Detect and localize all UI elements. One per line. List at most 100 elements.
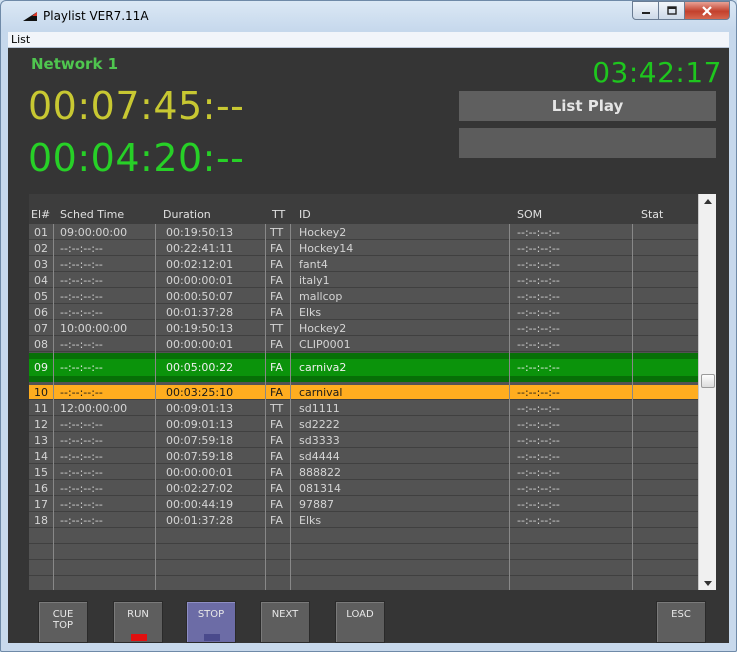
cell-id: sd1111: [299, 402, 340, 415]
table-row[interactable]: 01 09:00:00:00 00:19:50:13 TT Hockey2 --:--:-…: [29, 225, 698, 240]
cell-id: italy1: [299, 274, 330, 287]
cell-som: --:--:--:--: [517, 434, 560, 447]
cell-sched: 10:00:00:00: [60, 322, 128, 335]
app-icon: [23, 12, 37, 21]
cell-tt: FA: [270, 498, 283, 511]
next-button[interactable]: NEXT: [260, 601, 310, 643]
table-row[interactable]: [29, 529, 698, 544]
cell-id: Hockey14: [299, 242, 354, 255]
cell-el: 15: [34, 466, 48, 479]
cell-sched: --:--:--:--: [60, 290, 103, 303]
system-clock: 03:42:17: [592, 56, 722, 89]
run-indicator-lamp: [131, 634, 147, 641]
table-row[interactable]: 05 --:--:--:-- 00:00:50:07 FA mallcop --:--:-…: [29, 289, 698, 304]
cell-sched: --:--:--:--: [60, 482, 103, 495]
col-header-el[interactable]: El#: [31, 208, 50, 221]
scroll-down-button[interactable]: [699, 576, 716, 590]
cell-som: --:--:--:--: [517, 361, 560, 374]
cell-som: --:--:--:--: [517, 386, 560, 399]
cue-top-button[interactable]: CUE TOP: [38, 601, 88, 643]
cell-tt: FA: [270, 242, 283, 255]
col-header-duration[interactable]: Duration: [163, 208, 211, 221]
cell-dur: 00:02:12:01: [166, 258, 234, 271]
cell-sched: --:--:--:--: [60, 258, 103, 271]
cue-top-label: CUE TOP: [52, 609, 74, 631]
cell-el: 10: [34, 386, 48, 399]
table-row[interactable]: 09 --:--:--:-- 00:05:00:22 FA carniva2 --:--:…: [29, 353, 698, 382]
cell-id: sd3333: [299, 434, 340, 447]
close-icon: [702, 5, 712, 16]
minimize-icon: [641, 11, 650, 14]
table-row[interactable]: 13 --:--:--:-- 00:07:59:18 FA sd3333 --:--:--…: [29, 433, 698, 448]
remaining-timecode: 00:04:20:--: [28, 136, 245, 180]
table-row[interactable]: 03 --:--:--:-- 00:02:12:01 FA fant4 --:--:--:…: [29, 257, 698, 272]
stop-button[interactable]: STOP: [186, 601, 236, 643]
table-row[interactable]: [29, 577, 698, 590]
col-header-id[interactable]: ID: [299, 208, 311, 221]
cell-sched: 09:00:00:00: [60, 226, 128, 239]
col-header-som[interactable]: SOM: [517, 208, 542, 221]
table-row[interactable]: [29, 561, 698, 576]
scroll-thumb[interactable]: [701, 374, 715, 388]
table-row[interactable]: 07 10:00:00:00 00:19:50:13 TT Hockey2 --:--:-…: [29, 321, 698, 336]
cell-el: 18: [34, 514, 48, 527]
cell-sched: --:--:--:--: [60, 418, 103, 431]
scroll-down-arrow-icon: [703, 580, 712, 586]
cell-som: --:--:--:--: [517, 258, 560, 271]
table-row[interactable]: 15 --:--:--:-- 00:00:00:01 FA 888822 --:--:--…: [29, 465, 698, 480]
table-row[interactable]: 16 --:--:--:-- 00:02:27:02 FA 081314 --:--:--…: [29, 481, 698, 496]
cell-tt: FA: [270, 514, 283, 527]
table-row[interactable]: [29, 545, 698, 560]
menu-list[interactable]: List: [11, 33, 30, 46]
close-button[interactable]: [685, 1, 730, 20]
minimize-button[interactable]: [632, 1, 659, 20]
cell-dur: 00:07:59:18: [166, 450, 234, 463]
playlist-grid[interactable]: El# Sched Time Duration TT ID SOM Stat 0…: [29, 194, 698, 590]
table-row[interactable]: 18 --:--:--:-- 00:01:37:28 FA Elks --:--:--:-…: [29, 513, 698, 528]
cell-tt: FA: [270, 434, 283, 447]
cell-el: 11: [34, 402, 48, 415]
stop-indicator-lamp: [204, 634, 220, 641]
cell-som: --:--:--:--: [517, 338, 560, 351]
col-header-sched-time[interactable]: Sched Time: [60, 208, 124, 221]
title-bar[interactable]: Playlist VER7.11A: [1, 1, 736, 31]
table-row[interactable]: 04 --:--:--:-- 00:00:00:01 FA italy1 --:--:--…: [29, 273, 698, 288]
table-row[interactable]: 11 12:00:00:00 00:09:01:13 TT sd1111 --:--:--…: [29, 401, 698, 416]
scroll-up-button[interactable]: [699, 194, 716, 208]
cell-id: carniva2: [299, 361, 347, 374]
cell-tt: FA: [270, 450, 283, 463]
list-play-status: List Play: [459, 91, 716, 121]
table-row[interactable]: 14 --:--:--:-- 00:07:59:18 FA sd4444 --:--:--…: [29, 449, 698, 464]
run-button[interactable]: RUN: [113, 601, 163, 643]
cell-el: 16: [34, 482, 48, 495]
col-header-stat[interactable]: Stat: [641, 208, 663, 221]
table-row[interactable]: 17 --:--:--:-- 00:00:44:19 FA 97887 --:--:--:…: [29, 497, 698, 512]
cell-sched: --:--:--:--: [60, 514, 103, 527]
cell-id: sd4444: [299, 450, 340, 463]
col-header-tt[interactable]: TT: [272, 208, 285, 221]
esc-label: ESC: [671, 609, 691, 620]
cell-sched: --:--:--:--: [60, 242, 103, 255]
cell-id: Elks: [299, 306, 322, 319]
load-button[interactable]: LOAD: [335, 601, 385, 643]
table-row[interactable]: 10 --:--:--:-- 00:03:25:10 FA carnival --:--:…: [29, 385, 698, 400]
cell-som: --:--:--:--: [517, 466, 560, 479]
maximize-button[interactable]: [659, 1, 685, 20]
grid-scrollbar[interactable]: [698, 194, 716, 590]
cell-tt: TT: [270, 402, 284, 415]
table-row[interactable]: 06 --:--:--:-- 00:01:37:28 FA Elks --:--:--:-…: [29, 305, 698, 320]
cell-tt: TT: [270, 322, 284, 335]
table-row[interactable]: 12 --:--:--:-- 00:09:01:13 FA sd2222 --:--:--…: [29, 417, 698, 432]
esc-button[interactable]: ESC: [656, 601, 706, 643]
table-row[interactable]: 02 --:--:--:-- 00:22:41:11 FA Hockey14 --:--:…: [29, 241, 698, 256]
cell-dur: 00:05:00:22: [166, 361, 234, 374]
client-area: Network 1 03:42:17 00:07:45:-- 00:04:20:…: [8, 48, 729, 643]
cell-som: --:--:--:--: [517, 450, 560, 463]
table-row[interactable]: 08 --:--:--:-- 00:00:00:01 FA CLIP0001 --:--:…: [29, 337, 698, 352]
cell-tt: FA: [270, 290, 283, 303]
cell-el: 07: [34, 322, 48, 335]
cell-dur: 00:00:00:01: [166, 274, 234, 287]
cell-som: --:--:--:--: [517, 290, 560, 303]
cell-id: 97887: [299, 498, 334, 511]
cell-el: 04: [34, 274, 48, 287]
